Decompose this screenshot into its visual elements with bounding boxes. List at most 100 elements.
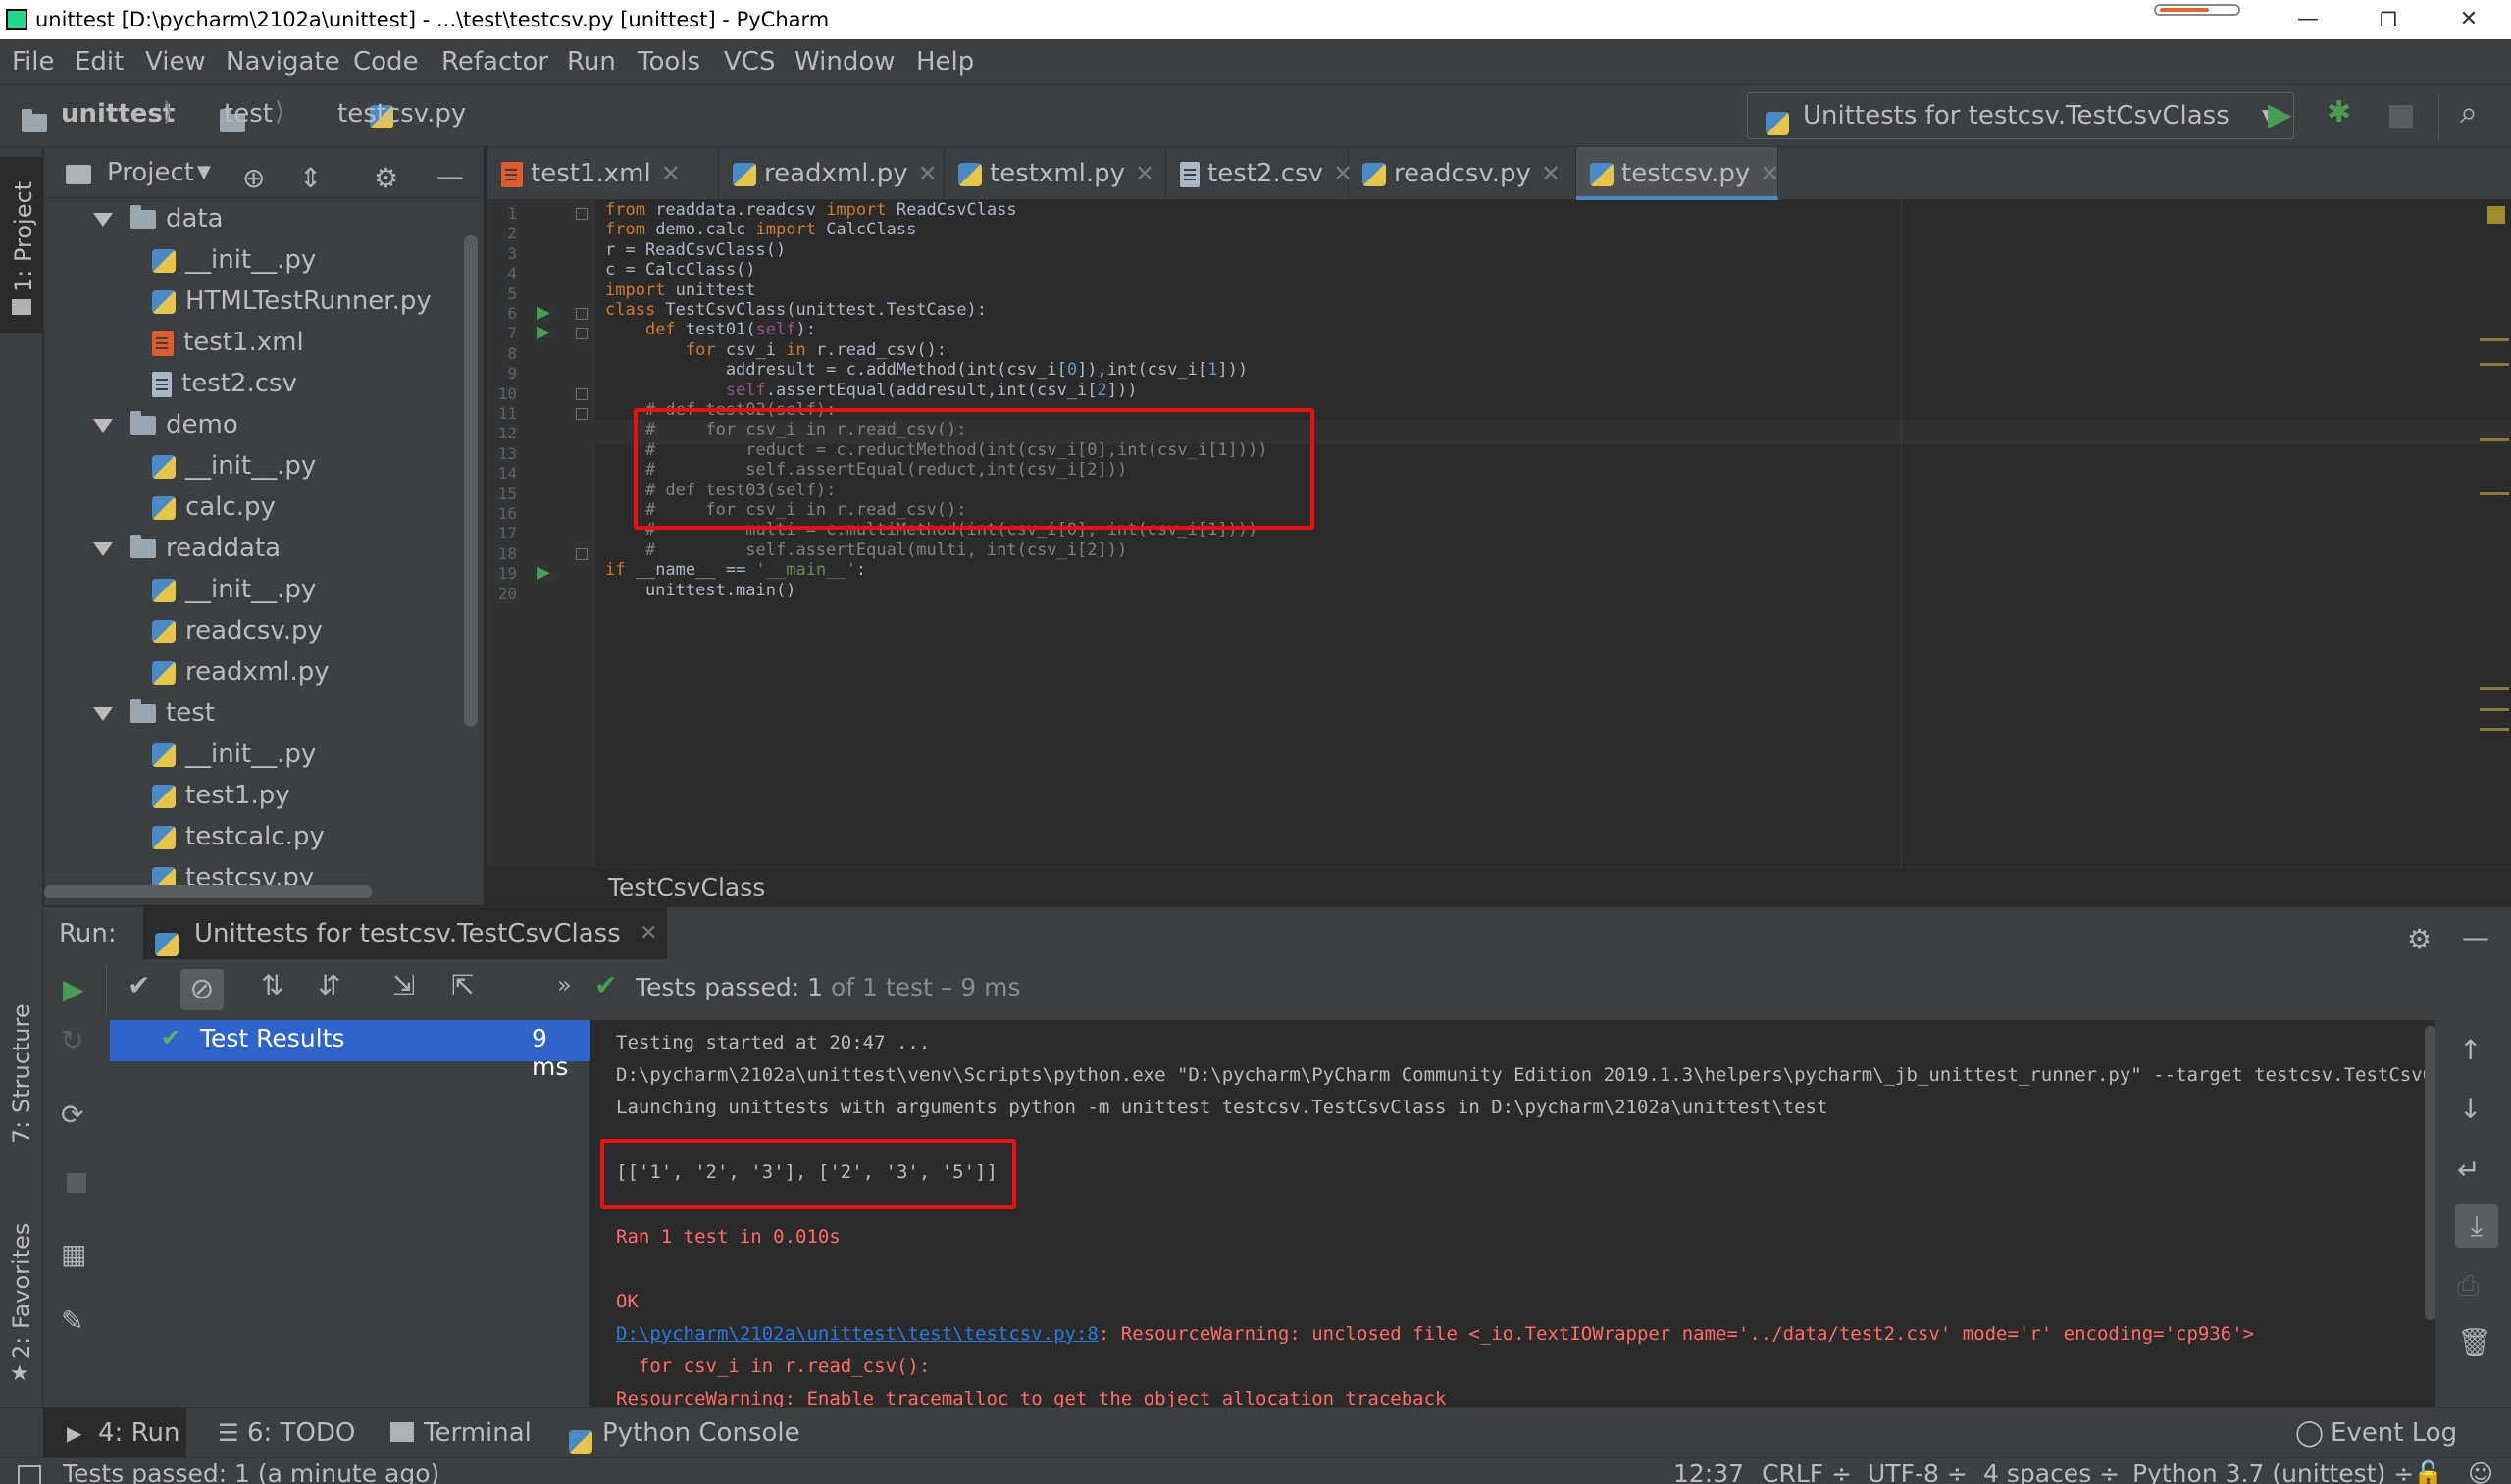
tree-file[interactable]: HTMLTestRunner.py [152,281,432,322]
expand-arrow-icon[interactable] [93,541,113,556]
status-message[interactable]: Tests passed: 1 (a minute ago) [63,1458,439,1484]
line-number[interactable]: 5 [487,284,517,303]
structure-tool-label[interactable]: 7: Structure [8,1003,35,1144]
error-stripe-mark[interactable] [2480,728,2509,731]
print-icon[interactable]: ⎙ [2457,1269,2479,1303]
editor-tab[interactable]: testcsv.py ✕ [1576,147,1779,200]
gear-icon[interactable]: ⚙ [374,153,398,204]
line-number[interactable]: 1 [487,204,517,223]
tree-file[interactable]: test1.py [152,775,290,816]
run-gutter-icon[interactable]: ▶ [537,562,550,583]
error-stripe-mark[interactable] [2480,338,2509,341]
menu-vcs[interactable]: VCS [724,39,775,84]
show-passed-icon[interactable]: ✔ [128,969,150,1001]
run-configuration-select[interactable]: Unittests for testcsv.TestCsvClass ▼ [1747,92,2294,139]
tree-file[interactable]: __init__.py [152,569,316,610]
error-stripe-mark[interactable] [2480,492,2509,495]
close-tab-icon[interactable]: ✕ [1541,160,1561,187]
chevron-down-icon[interactable]: ▼ [197,147,211,198]
project-horizontal-scrollbar[interactable] [44,885,372,898]
arrow-down-icon[interactable]: ↓ [2459,1093,2482,1125]
expand-arrow-icon[interactable] [93,418,113,433]
tree-folder[interactable]: demo [93,404,238,445]
close-tab-icon[interactable]: ✕ [661,160,681,187]
python-interpreter[interactable]: Python 3.7 (unittest) ÷ [2132,1458,2414,1484]
expand-all-icon[interactable]: ⇲ [392,969,415,1001]
nav-file[interactable]: testcsv.py [337,99,466,128]
fold-marker-icon[interactable] [576,408,588,420]
indent-setting[interactable]: 4 spaces ÷ [1983,1458,2120,1484]
event-log-tool-label[interactable]: Event Log [2331,1408,2457,1458]
file-encoding[interactable]: UTF-8 ÷ [1868,1458,1968,1484]
error-stripe-mark[interactable] [2480,708,2509,711]
tree-file[interactable]: testcalc.py [152,816,325,857]
locate-target-icon[interactable]: ⊕ [242,153,265,204]
run-gutter-icon[interactable]: ▶ [537,302,550,323]
collapse-all-icon[interactable]: ⇕ [299,153,322,204]
tree-file[interactable]: test2.csv [152,363,297,404]
trash-icon[interactable]: 🗑 [2457,1326,2492,1358]
editor-tab[interactable]: test1.xml ✕ [487,147,719,200]
line-number[interactable]: 8 [487,344,517,363]
debug-bug-icon[interactable]: ✱ [2327,95,2351,129]
pin-icon[interactable]: ✎ [61,1305,83,1337]
favorites-tool-label[interactable]: 2: Favorites [8,1223,35,1359]
terminal-tool-label[interactable]: Terminal [424,1408,532,1458]
editor-tab[interactable]: test2.csv ✕ [1166,147,1353,200]
line-number[interactable]: 20 [487,585,517,603]
error-stripe-mark[interactable] [2480,363,2509,366]
error-stripe-mark[interactable] [2480,438,2509,441]
error-stripe-mark[interactable] [2480,687,2509,690]
gear-icon[interactable]: ⚙ [2407,913,2432,966]
tree-file[interactable]: __init__.py [152,445,316,486]
breadcrumb-class[interactable]: TestCsvClass [608,868,765,907]
line-number[interactable]: 6 [487,304,517,323]
toggle-auto-test-icon[interactable]: ↻ [61,1024,83,1056]
inspector-icon[interactable]: ☺ [2468,1458,2493,1484]
editor-tab[interactable]: readxml.py ✕ [719,147,945,200]
tree-file[interactable]: __init__.py [152,734,316,775]
scroll-to-end-icon[interactable]: ⤓ [2455,1204,2498,1248]
menu-edit[interactable]: Edit [75,39,124,84]
arrow-up-icon[interactable]: ↑ [2459,1034,2482,1066]
restore-button[interactable]: ❐ [2354,0,2423,39]
toggle-tool-windows-icon[interactable] [18,1465,41,1484]
nav-root[interactable]: unittest [61,99,175,128]
menu-window[interactable]: Window [794,39,896,84]
project-view-select[interactable]: Project [107,147,194,198]
todo-tool-label[interactable]: 6: TODO [247,1408,355,1458]
tree-folder[interactable]: readdata [93,528,281,569]
run-tool-tab[interactable]: ▶ 4: Run [43,1408,186,1458]
sort-alpha-icon[interactable]: ⇅ [261,969,283,1001]
line-number[interactable]: 18 [487,544,517,563]
line-number[interactable]: 17 [487,524,517,542]
line-number[interactable]: 10 [487,384,517,403]
collapse-all-icon[interactable]: ⇱ [451,969,474,1001]
line-number[interactable]: 11 [487,404,517,423]
run-tab[interactable]: Unittests for testcsv.TestCsvClass ✕ [143,907,667,960]
close-tab-icon[interactable]: ✕ [1760,160,1779,187]
line-number[interactable]: 13 [487,444,517,463]
console-file-link[interactable]: D:\pycharm\2102a\unittest\test\testcsv.p… [616,1323,1099,1345]
line-number[interactable]: 2 [487,224,517,242]
close-tab-icon[interactable]: ✕ [1135,160,1154,187]
tree-folder[interactable]: data [93,198,224,239]
line-number[interactable]: 15 [487,485,517,503]
project-scrollbar[interactable] [464,235,478,726]
expand-arrow-icon[interactable] [93,706,113,721]
menu-code[interactable]: Code [353,39,419,84]
close-tab-icon[interactable]: ✕ [640,907,657,960]
close-tab-icon[interactable]: ✕ [918,160,938,187]
line-number[interactable]: 16 [487,504,517,523]
menu-refactor[interactable]: Refactor [441,39,548,84]
caret-position[interactable]: 12:37 [1673,1458,1744,1484]
line-number[interactable]: 3 [487,244,517,263]
menu-view[interactable]: View [145,39,206,84]
test-results-row[interactable]: ✔ Test Results 9 ms [110,1020,590,1081]
line-separator[interactable]: CRLF ÷ [1762,1458,1852,1484]
code-editor[interactable]: from readdata.readcsv import ReadCsvClas… [595,200,2511,867]
rerun-icon[interactable]: ▶ [63,973,84,1005]
menu-navigate[interactable]: Navigate [226,39,340,84]
editor-tab[interactable]: testxml.py ✕ [945,147,1166,200]
fold-marker-icon[interactable] [576,208,588,220]
